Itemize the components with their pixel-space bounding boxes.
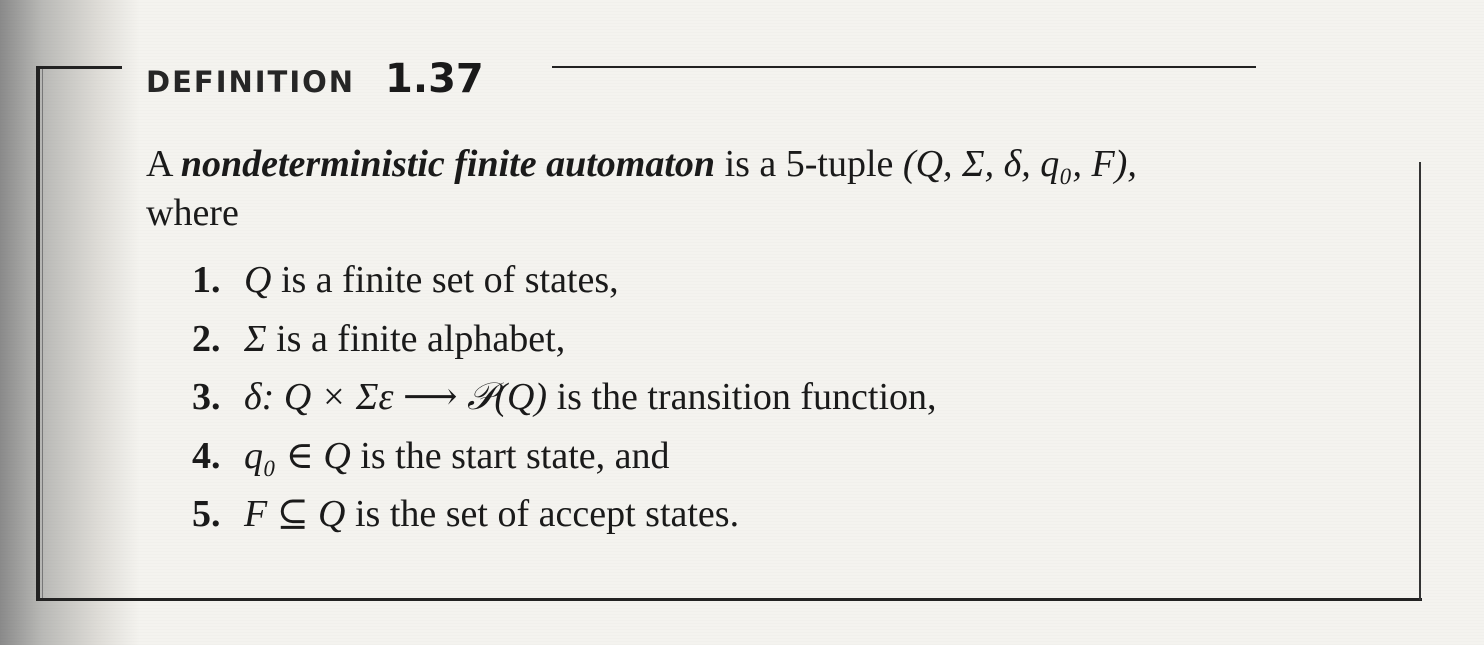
list-item: 5. F ⊆ Q is the set of accept states. xyxy=(192,491,937,550)
list-item: 4. q₀ ∈ Q is the start state, and xyxy=(192,433,937,492)
list-item: 2. Σ is a finite alphabet, xyxy=(192,316,937,375)
box-top-border-left xyxy=(36,66,122,69)
intro-lead: A xyxy=(146,143,172,185)
item-math: Σ xyxy=(244,317,267,360)
list-item: 3. δ: Q × Σε ⟶ 𝒫(Q) is the transition fu… xyxy=(192,374,937,433)
box-left-inner-border xyxy=(42,66,43,600)
box-right-border xyxy=(1419,162,1421,600)
item-number: 1. xyxy=(192,259,221,301)
definition-intro: A nondeterministic finite automaton is a… xyxy=(146,140,1396,238)
item-text: is a finite alphabet, xyxy=(276,317,566,360)
item-number: 5. xyxy=(192,493,221,535)
intro-tuple: (Q, Σ, δ, q₀, F), xyxy=(902,143,1137,185)
item-math: F ⊆ Q xyxy=(244,493,346,535)
item-text: is the start state, and xyxy=(360,434,670,477)
item-math: q₀ ∈ Q xyxy=(244,434,351,477)
definition-heading: DEFINITION 1.37 xyxy=(146,56,484,102)
item-text: is the set of accept states. xyxy=(355,493,740,535)
box-left-border xyxy=(36,66,40,600)
item-math: δ: Q × Σε ⟶ 𝒫(Q) xyxy=(244,376,548,418)
intro-term: nondeterministic finite automaton xyxy=(180,143,716,185)
box-bottom-border xyxy=(36,598,1422,601)
item-number: 2. xyxy=(192,317,221,360)
definition-number: 1.37 xyxy=(385,56,484,102)
definition-label: DEFINITION xyxy=(146,65,356,99)
intro-middle: is a 5-tuple xyxy=(724,143,894,185)
item-number: 4. xyxy=(192,434,221,477)
item-text: is the transition function, xyxy=(556,376,937,418)
item-math: Q xyxy=(244,259,272,301)
box-top-border-right xyxy=(552,66,1256,68)
intro-tail: where xyxy=(146,192,239,234)
item-number: 3. xyxy=(192,376,221,418)
definition-list: 1. Q is a finite set of states, 2. Σ is … xyxy=(192,257,937,550)
item-text: is a finite set of states, xyxy=(280,259,619,301)
list-item: 1. Q is a finite set of states, xyxy=(192,257,937,316)
